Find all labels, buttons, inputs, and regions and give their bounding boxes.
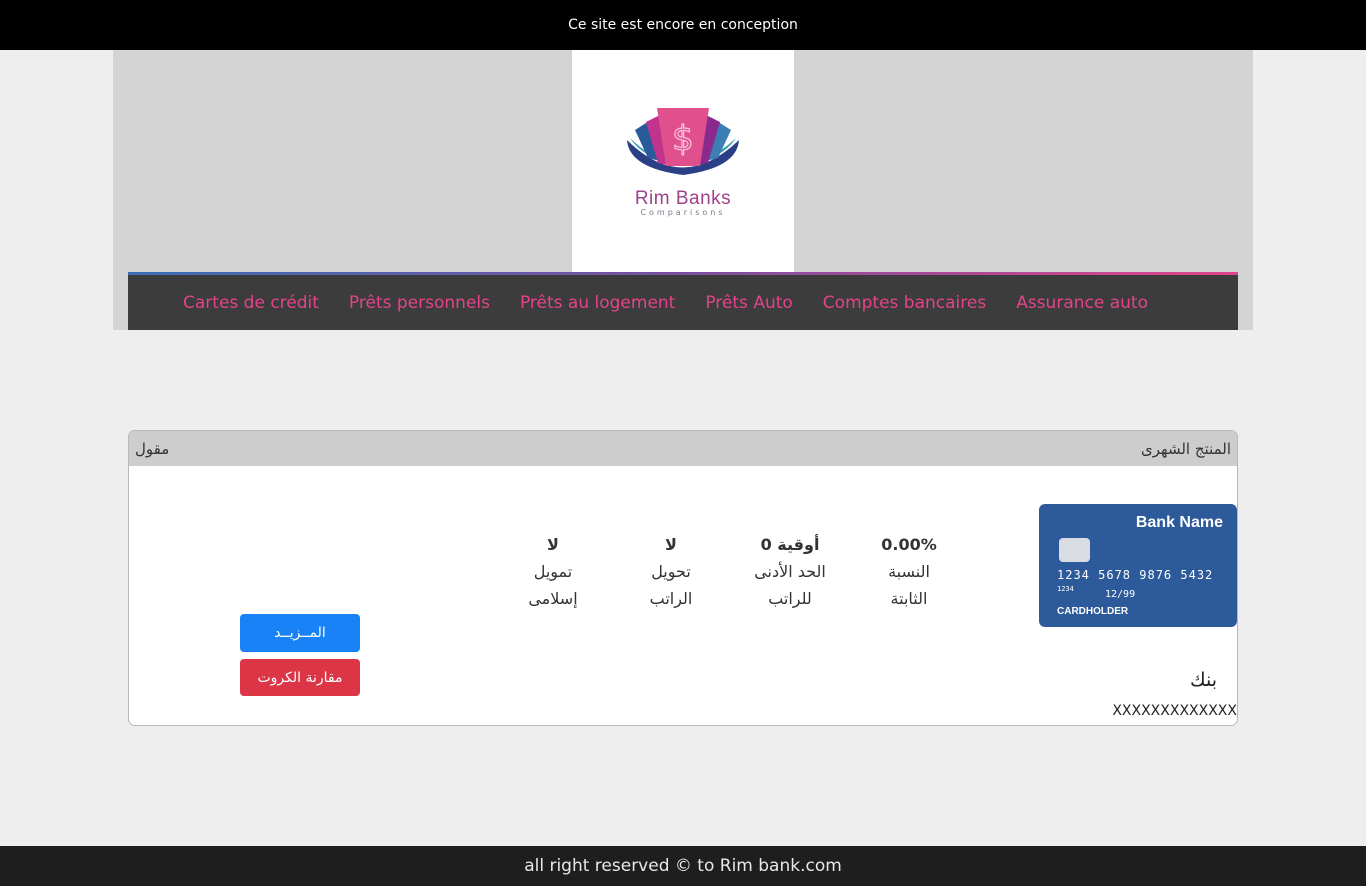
stat-value: 0 أوقية bbox=[760, 535, 820, 554]
stat-value: لا bbox=[665, 535, 677, 554]
stat-salary-transfer: لا تحويل الراتب bbox=[616, 531, 726, 612]
stat-label: تحويل bbox=[651, 562, 691, 581]
card-number: 1234 5678 9876 5432 bbox=[1057, 568, 1214, 582]
card-holder: CARDHOLDER bbox=[1057, 606, 1129, 617]
credit-card-image: Bank Name 1234 5678 9876 5432 1234 12/99… bbox=[1039, 504, 1237, 627]
dollar-logo-icon: $ bbox=[627, 108, 739, 175]
stat-label: الثابتة bbox=[890, 589, 928, 608]
nav-item-comptes-bancaires[interactable]: Comptes bancaires bbox=[823, 293, 986, 313]
stat-label: الحد الأدنى bbox=[754, 562, 826, 581]
nav-item-prets-personnels[interactable]: Prêts personnels bbox=[349, 293, 490, 313]
chip-icon bbox=[1059, 538, 1090, 562]
stat-label: إسلامى bbox=[528, 589, 578, 608]
logo-title: Rim Banks bbox=[634, 188, 732, 209]
logo-subtitle: Comparisons bbox=[640, 208, 726, 217]
nav-item-assurance-auto[interactable]: Assurance auto bbox=[1016, 293, 1148, 313]
main-nav: Cartes de crédit Prêts personnels Prêts … bbox=[128, 272, 1238, 330]
bank-value: XXXXXXXXXXXXX bbox=[1112, 703, 1237, 719]
stat-min-salary: 0 أوقية الحد الأدنى للراتب bbox=[735, 531, 845, 612]
stat-label: النسبة bbox=[888, 562, 930, 581]
footer-text: all right reserved © to Rim bank.com bbox=[524, 856, 842, 876]
panel-status: مقول bbox=[135, 440, 170, 458]
nav-item-prets-au-logement[interactable]: Prêts au logement bbox=[520, 293, 675, 313]
stat-label: تمويل bbox=[533, 562, 573, 581]
site-header: $ Rim Banks Comparisons Cartes de crédit… bbox=[113, 50, 1253, 330]
stat-label: للراتب bbox=[768, 589, 812, 608]
nav-item-prets-auto[interactable]: Prêts Auto bbox=[705, 293, 792, 313]
card-small-number: 1234 bbox=[1057, 585, 1074, 593]
svg-text:$: $ bbox=[672, 119, 694, 159]
logo[interactable]: $ Rim Banks Comparisons bbox=[572, 50, 794, 272]
more-button[interactable]: المــزيــد bbox=[240, 614, 360, 652]
card-bank-name: Bank Name bbox=[1135, 514, 1223, 531]
site-notice-text: Ce site est encore en conception bbox=[568, 17, 798, 33]
product-panel: المنتج الشهرى مقول Bank Name 1234 5678 9… bbox=[128, 430, 1238, 726]
stat-value: 0.00% bbox=[881, 535, 937, 554]
footer: all right reserved © to Rim bank.com bbox=[0, 846, 1366, 886]
site-notice-bar: Ce site est encore en conception bbox=[0, 0, 1366, 50]
nav-item-cartes-de-credit[interactable]: Cartes de crédit bbox=[183, 293, 319, 313]
bank-label: بنك bbox=[1189, 669, 1217, 691]
stat-islamic-financing: لا تمويل إسلامى bbox=[498, 531, 608, 612]
stat-label: الراتب bbox=[649, 589, 693, 608]
panel-header: المنتج الشهرى مقول bbox=[129, 431, 1237, 466]
stat-fixed-rate: 0.00% النسبة الثابتة bbox=[854, 531, 964, 612]
card-valid-thru: 12/99 bbox=[1105, 589, 1136, 600]
compare-cards-button[interactable]: مقارنة الكروت bbox=[240, 659, 360, 696]
panel-title: المنتج الشهرى bbox=[1141, 440, 1231, 458]
stat-value: لا bbox=[547, 535, 559, 554]
